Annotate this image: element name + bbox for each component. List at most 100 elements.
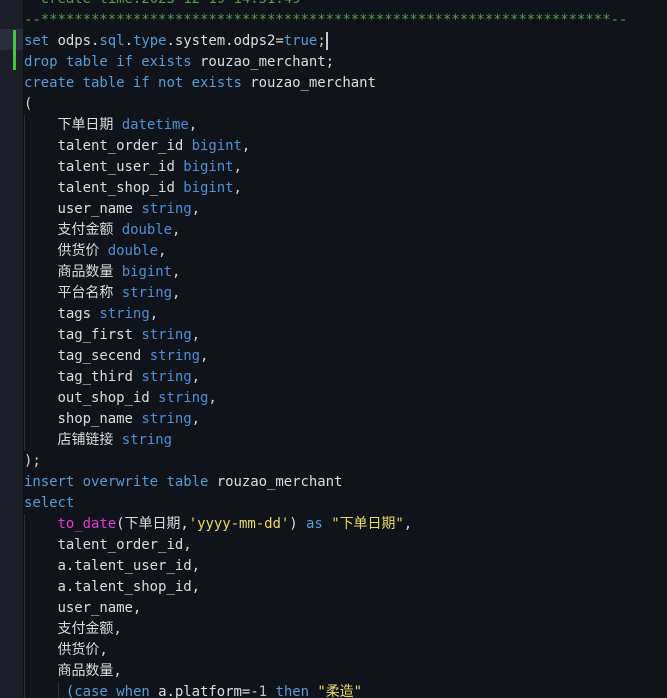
code-line[interactable]: 支付金额, (24, 619, 667, 640)
indent-guide (24, 430, 25, 451)
code-line[interactable]: 店铺链接 string (24, 430, 667, 451)
code-token: =- (241, 684, 259, 698)
indent-guide (24, 346, 25, 367)
code-line[interactable]: (case when a.platform=-1 then "柔造" (24, 682, 667, 698)
code-token: 支付金额, (57, 621, 122, 637)
code-line[interactable]: 供货价 double, (24, 241, 667, 262)
code-line[interactable]: tags string, (24, 304, 667, 325)
code-line[interactable]: talent_user_id bigint, (24, 157, 667, 178)
code-line[interactable]: 供货价, (24, 640, 667, 661)
code-token: bigint (191, 138, 242, 154)
code-token: .system.odps2 (166, 33, 276, 49)
code-token: 供货价, (57, 642, 108, 658)
code-token: bigint (183, 159, 234, 175)
indent-guide (24, 220, 25, 241)
code-token: bigint (183, 180, 234, 196)
code-line[interactable]: out_shop_id string, (24, 388, 667, 409)
code-token: 1 (258, 684, 268, 698)
code-token: string (99, 306, 150, 322)
code-token: ); (24, 453, 41, 469)
code-line[interactable]: 下单日期 datetime, (24, 115, 667, 136)
code-line[interactable]: --**************************************… (24, 10, 667, 31)
indent-guide (24, 556, 25, 577)
code-token: tag_first (57, 327, 142, 343)
indent-guide (24, 388, 25, 409)
code-line[interactable]: 商品数量 bigint, (24, 262, 667, 283)
code-token: , (149, 306, 159, 322)
code-line[interactable]: user_name string, (24, 199, 667, 220)
code-token: double (107, 243, 159, 259)
code-lines[interactable]: create time:2023-12-19 14:51:49 --*******… (24, 0, 667, 698)
code-line[interactable]: ( (24, 94, 667, 115)
code-token: = (275, 33, 284, 49)
code-token: case when (74, 684, 150, 698)
code-token: --**************************************… (24, 12, 628, 28)
code-line[interactable]: user_name, (24, 598, 667, 619)
code-token: , (191, 201, 200, 217)
code-line[interactable]: select (24, 493, 667, 514)
code-line[interactable]: insert overwrite table rouzao_merchant (24, 472, 667, 493)
indent-guide (24, 325, 25, 346)
code-line[interactable]: tag_first string, (24, 325, 667, 346)
code-token: string (121, 285, 172, 301)
code-line[interactable]: talent_order_id bigint, (24, 136, 667, 157)
code-line[interactable]: create table if not exists rouzao_mercha… (24, 73, 667, 94)
code-token: "下单日期" (331, 516, 404, 532)
code-token: , (171, 222, 181, 238)
code-token: tag_third (57, 369, 142, 385)
indent-guide (24, 241, 25, 262)
code-line[interactable]: a.talent_shop_id, (24, 577, 667, 598)
code-token: string (121, 432, 172, 448)
code-token: , (191, 369, 200, 385)
code-line[interactable]: to_date(下单日期,'yyyy-mm-dd') as "下单日期", (24, 514, 667, 535)
code-token: create table if not exists (24, 75, 242, 91)
code-token: shop_name (57, 411, 142, 427)
code-line[interactable]: drop table if exists rouzao_merchant; (24, 52, 667, 73)
code-line[interactable]: 平台名称 string, (24, 283, 667, 304)
code-line[interactable]: set odps.sql.type.system.odps2=true; (24, 31, 667, 52)
code-line[interactable]: tag_secend string, (24, 346, 667, 367)
editor-gutter[interactable] (0, 0, 23, 698)
modified-lines-marker[interactable] (13, 30, 16, 70)
indent-guide (24, 619, 25, 640)
code-token: talent_order_id, (57, 537, 192, 553)
code-token: ) (289, 516, 307, 532)
code-line[interactable]: talent_order_id, (24, 535, 667, 556)
code-line[interactable]: 商品数量, (24, 661, 667, 682)
code-line[interactable]: 支付金额 double, (24, 220, 667, 241)
code-token: , (199, 348, 209, 364)
code-token: 'yyyy-mm-dd' (188, 516, 290, 532)
code-line[interactable]: a.talent_user_id, (24, 556, 667, 577)
code-token: create time:2023-12-19 14:51:49 (41, 0, 301, 7)
code-token: odps. (49, 33, 100, 49)
code-token: "柔造" (317, 684, 363, 698)
active-line-highlight (0, 29, 23, 50)
code-token: , (403, 516, 413, 532)
code-line[interactable]: tag_third string, (24, 367, 667, 388)
code-token: then (275, 684, 309, 698)
code-line[interactable]: create time:2023-12-19 14:51:49 (24, 0, 667, 10)
indent-guide (24, 115, 25, 136)
indent-guide (24, 136, 25, 157)
code-token: , (171, 264, 181, 280)
code-editor[interactable]: create time:2023-12-19 14:51:49 --*******… (0, 0, 667, 698)
code-line[interactable]: shop_name string, (24, 409, 667, 430)
code-token: string (141, 201, 192, 217)
code-token: user_name (57, 201, 142, 217)
code-line[interactable]: talent_shop_id bigint, (24, 178, 667, 199)
code-line[interactable]: ); (24, 451, 667, 472)
code-token: rouzao_merchant (241, 75, 376, 91)
